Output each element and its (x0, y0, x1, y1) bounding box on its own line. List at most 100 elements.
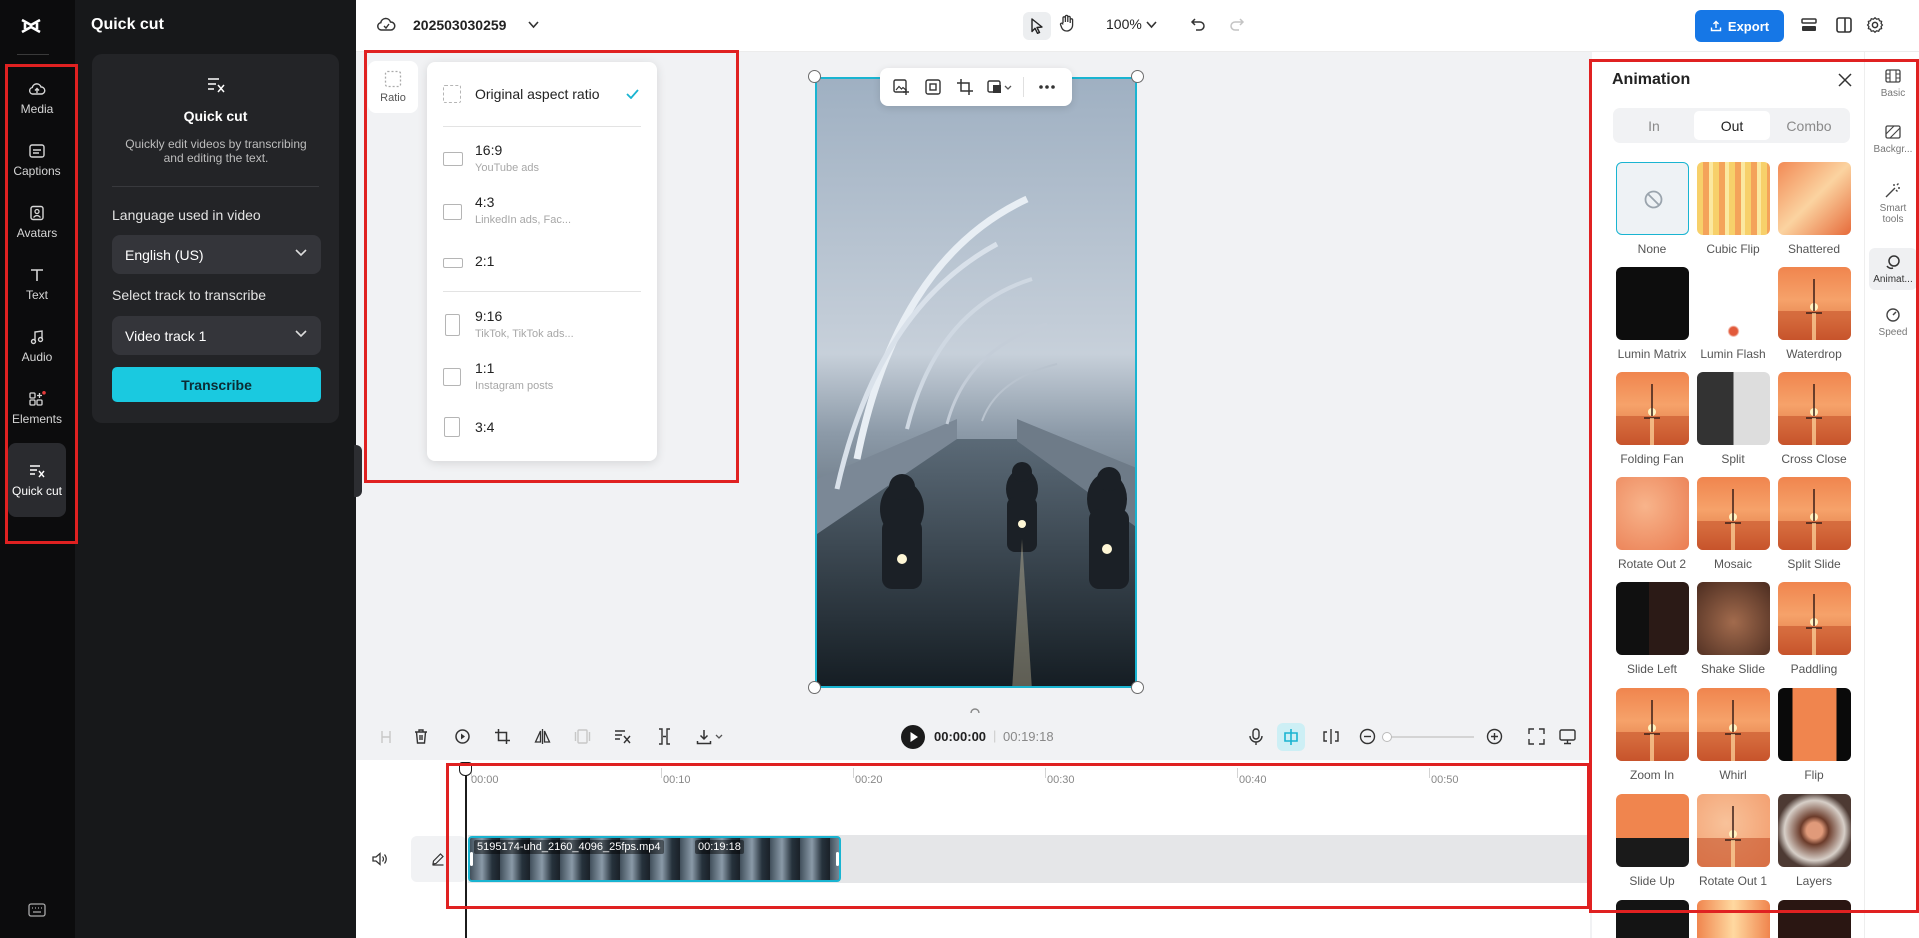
zoom-out-icon[interactable] (1359, 728, 1376, 745)
ratio-option-2-1[interactable]: 2:1 (443, 246, 643, 276)
resize-handle[interactable] (808, 681, 821, 694)
freeze-frame-icon[interactable] (574, 728, 591, 745)
playhead[interactable] (465, 766, 467, 938)
fit-frame-icon[interactable] (924, 78, 942, 96)
animation-preset-tile[interactable] (1697, 162, 1770, 235)
rail-item-text[interactable]: Text (8, 257, 66, 311)
mirror-icon[interactable] (534, 728, 551, 745)
rail-item-captions[interactable]: Captions (8, 133, 66, 187)
playhead-handle[interactable] (459, 762, 472, 776)
animation-preset-tile[interactable] (1616, 477, 1689, 550)
animation-preset-tile[interactable] (1697, 267, 1770, 340)
redo-icon[interactable] (1229, 17, 1245, 31)
speaker-icon[interactable] (372, 852, 388, 866)
animation-preset-tile[interactable] (1697, 900, 1770, 938)
animation-preset-tile[interactable] (1697, 372, 1770, 445)
resize-handle[interactable] (1131, 681, 1144, 694)
preview-monitor-icon[interactable] (1559, 728, 1576, 745)
rail-item-audio[interactable]: Audio (8, 319, 66, 373)
animation-preset-tile[interactable] (1616, 372, 1689, 445)
ratio-option-9-16[interactable]: 9:16 TikTok, TikTok ads... (443, 306, 643, 346)
ratio-option-3-4[interactable]: 3:4 (443, 412, 643, 442)
zoom-slider-thumb[interactable] (1382, 732, 1392, 742)
track-edit-button[interactable] (411, 836, 466, 882)
quick-cut-icon[interactable] (614, 728, 632, 745)
animation-preset-tile[interactable] (1697, 582, 1770, 655)
zoom-in-icon[interactable] (1486, 728, 1503, 745)
animation-preset-tile[interactable] (1778, 372, 1851, 445)
capcut-logo-icon[interactable] (19, 14, 43, 38)
cloud-sync-icon[interactable] (376, 16, 396, 32)
mask-icon[interactable] (987, 78, 1013, 96)
rail-item-elements[interactable]: Elements (8, 381, 66, 435)
export-button[interactable]: Export (1695, 10, 1784, 42)
animation-preset-tile[interactable] (1778, 582, 1851, 655)
language-select[interactable]: English (US) (112, 235, 321, 274)
side-item-basic[interactable]: Basic (1869, 68, 1917, 99)
resize-handle[interactable] (808, 70, 821, 83)
split-icon[interactable] (378, 729, 394, 745)
project-name[interactable]: 202503030259 (413, 17, 506, 33)
auto-snap-button[interactable] (1277, 723, 1305, 751)
tab-out[interactable]: Out (1694, 111, 1770, 140)
link-icon[interactable] (1322, 728, 1340, 745)
side-item-animation[interactable]: Animat... (1869, 248, 1917, 290)
select-tool-button[interactable] (1023, 12, 1051, 40)
track-select[interactable]: Video track 1 (112, 316, 321, 355)
fullscreen-icon[interactable] (1528, 728, 1545, 745)
animation-preset-tile[interactable] (1616, 267, 1689, 340)
video-clip[interactable]: 5195174-uhd_2160_4096_25fps.mp4 00:19:18 (468, 836, 841, 882)
animation-preset-tile[interactable] (1778, 477, 1851, 550)
clip-trim-handle-right[interactable] (836, 852, 839, 866)
settings-icon[interactable] (1866, 16, 1884, 34)
zoom-slider[interactable] (1386, 736, 1474, 738)
more-options-icon[interactable] (1039, 85, 1055, 89)
zoom-level[interactable]: 100% (1106, 16, 1142, 32)
rail-item-avatars[interactable]: Avatars (8, 195, 66, 249)
undo-icon[interactable] (1190, 17, 1206, 31)
video-preview[interactable] (815, 77, 1137, 688)
side-item-background[interactable]: Backgr... (1869, 124, 1917, 155)
animation-preset-tile[interactable] (1778, 162, 1851, 235)
ratio-option-1-1[interactable]: 1:1 Instagram posts (443, 358, 643, 398)
animation-preset-tile[interactable] (1616, 582, 1689, 655)
transcribe-button[interactable]: Transcribe (112, 367, 321, 402)
close-icon[interactable] (1838, 73, 1852, 87)
tab-combo[interactable]: Combo (1771, 111, 1847, 140)
animation-preset-tile[interactable] (1616, 900, 1689, 938)
animation-preset-tile[interactable] (1697, 688, 1770, 761)
keyboard-icon[interactable] (28, 903, 46, 917)
ratio-option-4-3[interactable]: 4:3 LinkedIn ads, Fac... (443, 192, 643, 232)
clip-trim-handle-left[interactable] (470, 852, 473, 866)
chevron-down-icon[interactable] (1146, 21, 1157, 29)
animation-preset-tile[interactable] (1697, 477, 1770, 550)
crop-icon[interactable] (494, 728, 511, 745)
hand-tool-button[interactable] (1059, 14, 1076, 32)
animation-preset-tile[interactable] (1778, 688, 1851, 761)
ratio-button[interactable]: Ratio (368, 61, 418, 113)
layers-icon[interactable] (1800, 16, 1818, 34)
animation-preset-tile[interactable] (1616, 688, 1689, 761)
tab-in[interactable]: In (1616, 111, 1692, 140)
crop-icon[interactable] (956, 78, 974, 96)
animation-preset-tile[interactable] (1616, 794, 1689, 867)
panel-toggle-icon[interactable] (1835, 16, 1853, 34)
chevron-down-icon[interactable] (528, 21, 539, 29)
delete-icon[interactable] (413, 728, 429, 745)
animation-preset-tile[interactable] (1778, 794, 1851, 867)
ratio-option-16-9[interactable]: 16:9 YouTube ads (443, 140, 643, 180)
rotate-handle-icon[interactable] (968, 704, 982, 714)
trim-icon[interactable] (656, 728, 673, 745)
resize-handle[interactable] (1131, 70, 1144, 83)
animation-preset-tile[interactable] (1697, 794, 1770, 867)
panel-collapse-handle[interactable] (354, 445, 362, 497)
replace-image-icon[interactable] (892, 78, 910, 96)
rail-item-quick-cut[interactable]: Quick cut (8, 443, 66, 517)
side-item-smart-tools[interactable]: Smart tools (1869, 181, 1917, 225)
side-item-speed[interactable]: Speed (1869, 307, 1917, 338)
microphone-icon[interactable] (1248, 728, 1264, 746)
animation-preset-tile[interactable] (1778, 267, 1851, 340)
replay-icon[interactable] (454, 728, 471, 745)
animation-preset-tile[interactable] (1616, 162, 1689, 235)
animation-preset-tile[interactable] (1778, 900, 1851, 938)
